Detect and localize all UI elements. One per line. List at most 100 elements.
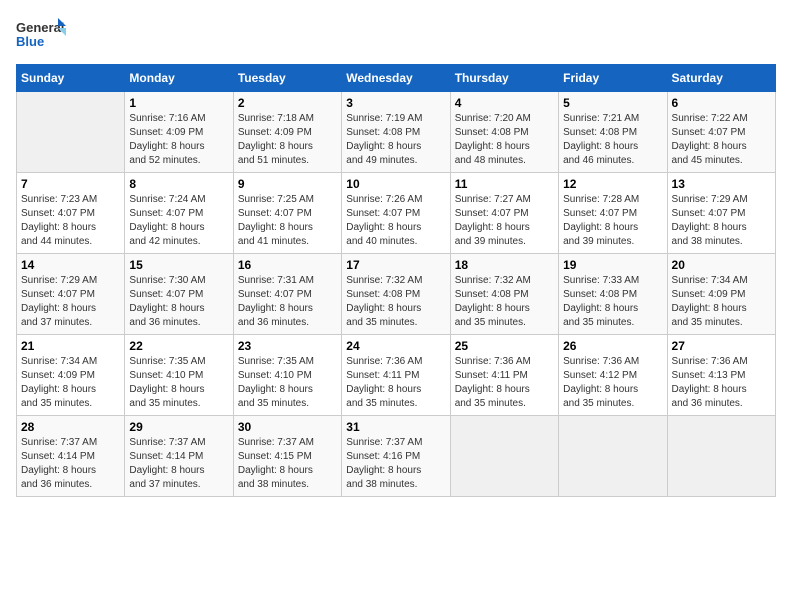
calendar-cell: 20Sunrise: 7:34 AM Sunset: 4:09 PM Dayli…: [667, 254, 775, 335]
day-info: Sunrise: 7:20 AM Sunset: 4:08 PM Dayligh…: [455, 112, 554, 168]
day-info: Sunrise: 7:33 AM Sunset: 4:08 PM Dayligh…: [563, 274, 662, 330]
day-number: 26: [563, 339, 662, 353]
day-info: Sunrise: 7:37 AM Sunset: 4:16 PM Dayligh…: [346, 436, 445, 492]
day-info: Sunrise: 7:32 AM Sunset: 4:08 PM Dayligh…: [346, 274, 445, 330]
calendar-cell: 24 Sunrise: 7:36 AM Sunset: 4:11 PM Dayli…: [342, 335, 450, 416]
calendar-cell: 23 Sunrise: 7:35 AM Sunset: 4:10 PM Dayli…: [233, 335, 341, 416]
day-number: 24: [346, 339, 445, 353]
calendar-cell: 17 Sunrise: 7:32 AM Sunset: 4:08 PM Dayli…: [342, 254, 450, 335]
day-number: 21: [21, 339, 120, 353]
header-thursday: Thursday: [450, 65, 558, 92]
calendar-cell: [667, 416, 775, 497]
day-info: Sunrise: 7:36 AM Sunset: 4:11 PM Dayligh…: [346, 355, 445, 411]
calendar-cell: 1 Sunrise: 7:16 AM Sunset: 4:09 PM Daylig…: [125, 92, 233, 173]
day-info: Sunrise: 7:37 AM Sunset: 4:15 PM Dayligh…: [238, 436, 337, 492]
day-info: Sunrise: 7:36 AM Sunset: 4:11 PM Dayligh…: [455, 355, 554, 411]
day-info: Sunrise: 7:30 AM Sunset: 4:07 PM Dayligh…: [129, 274, 228, 330]
day-info: Sunrise: 7:27 AM Sunset: 4:07 PM Dayligh…: [455, 193, 554, 249]
calendar-cell: 18 Sunrise: 7:32 AM Sunset: 4:08 PM Dayli…: [450, 254, 558, 335]
calendar-cell: 28 Sunrise: 7:37 AM Sunset: 4:14 PM Dayli…: [17, 416, 125, 497]
day-number: 1: [129, 96, 228, 110]
calendar-cell: 21 Sunrise: 7:34 AM Sunset: 4:09 PM Dayli…: [17, 335, 125, 416]
day-info: Sunrise: 7:34 AM Sunset: 4:09 PM Dayligh…: [21, 355, 120, 411]
day-number: 20: [672, 258, 771, 272]
calendar-cell: 13 Sunrise: 7:29 AM Sunset: 4:07 PM Dayli…: [667, 173, 775, 254]
calendar-cell: 19 Sunrise: 7:33 AM Sunset: 4:08 PM Dayli…: [559, 254, 667, 335]
logo: General Blue: [16, 16, 66, 56]
day-info: Sunrise: 7:16 AM Sunset: 4:09 PM Dayligh…: [129, 112, 228, 168]
day-number: 9: [238, 177, 337, 191]
calendar-cell: 16 Sunrise: 7:31 AM Sunset: 4:07 PM Dayli…: [233, 254, 341, 335]
day-info: Sunrise: 7:22 AM Sunset: 4:07 PM Dayligh…: [672, 112, 771, 168]
calendar-cell: 30 Sunrise: 7:37 AM Sunset: 4:15 PM Dayli…: [233, 416, 341, 497]
calendar-cell: 11 Sunrise: 7:27 AM Sunset: 4:07 PM Dayli…: [450, 173, 558, 254]
logo-svg: General Blue: [16, 16, 66, 56]
day-info: Sunrise: 7:25 AM Sunset: 4:07 PM Dayligh…: [238, 193, 337, 249]
calendar-cell: [559, 416, 667, 497]
day-info: Sunrise: 7:35 AM Sunset: 4:10 PM Dayligh…: [238, 355, 337, 411]
day-number: 12: [563, 177, 662, 191]
day-info: Sunrise: 7:19 AM Sunset: 4:08 PM Dayligh…: [346, 112, 445, 168]
day-info: Sunrise: 7:21 AM Sunset: 4:08 PM Dayligh…: [563, 112, 662, 168]
day-number: 23: [238, 339, 337, 353]
day-number: 11: [455, 177, 554, 191]
day-number: 27: [672, 339, 771, 353]
calendar-cell: 27 Sunrise: 7:36 AM Sunset: 4:13 PM Dayli…: [667, 335, 775, 416]
day-number: 30: [238, 420, 337, 434]
calendar-cell: 9 Sunrise: 7:25 AM Sunset: 4:07 PM Daylig…: [233, 173, 341, 254]
calendar-cell: 7Sunrise: 7:23 AM Sunset: 4:07 PM Daylig…: [17, 173, 125, 254]
day-info: Sunrise: 7:36 AM Sunset: 4:13 PM Dayligh…: [672, 355, 771, 411]
day-info: Sunrise: 7:28 AM Sunset: 4:07 PM Dayligh…: [563, 193, 662, 249]
calendar-week-4: 21 Sunrise: 7:34 AM Sunset: 4:09 PM Dayli…: [17, 335, 776, 416]
calendar-cell: [450, 416, 558, 497]
calendar-cell: 12 Sunrise: 7:28 AM Sunset: 4:07 PM Dayli…: [559, 173, 667, 254]
day-info: Sunrise: 7:32 AM Sunset: 4:08 PM Dayligh…: [455, 274, 554, 330]
day-number: 13: [672, 177, 771, 191]
svg-text:General: General: [16, 20, 64, 35]
calendar-cell: 4 Sunrise: 7:20 AM Sunset: 4:08 PM Daylig…: [450, 92, 558, 173]
calendar-body: 1 Sunrise: 7:16 AM Sunset: 4:09 PM Daylig…: [17, 92, 776, 497]
day-info: Sunrise: 7:18 AM Sunset: 4:09 PM Dayligh…: [238, 112, 337, 168]
day-number: 16: [238, 258, 337, 272]
header-sunday: Sunday: [17, 65, 125, 92]
svg-text:Blue: Blue: [16, 34, 44, 49]
day-number: 5: [563, 96, 662, 110]
day-number: 19: [563, 258, 662, 272]
day-number: 10: [346, 177, 445, 191]
calendar-week-3: 14Sunrise: 7:29 AM Sunset: 4:07 PM Dayli…: [17, 254, 776, 335]
day-number: 15: [129, 258, 228, 272]
header-tuesday: Tuesday: [233, 65, 341, 92]
header-monday: Monday: [125, 65, 233, 92]
day-number: 7: [21, 177, 120, 191]
calendar-cell: 22Sunrise: 7:35 AM Sunset: 4:10 PM Dayli…: [125, 335, 233, 416]
day-number: 18: [455, 258, 554, 272]
calendar-cell: 10 Sunrise: 7:26 AM Sunset: 4:07 PM Dayli…: [342, 173, 450, 254]
day-number: 2: [238, 96, 337, 110]
day-number: 29: [129, 420, 228, 434]
header-row: SundayMondayTuesdayWednesdayThursdayFrid…: [17, 65, 776, 92]
day-info: Sunrise: 7:31 AM Sunset: 4:07 PM Dayligh…: [238, 274, 337, 330]
day-number: 8: [129, 177, 228, 191]
day-number: 6: [672, 96, 771, 110]
calendar-cell: 31 Sunrise: 7:37 AM Sunset: 4:16 PM Dayli…: [342, 416, 450, 497]
calendar-week-2: 7Sunrise: 7:23 AM Sunset: 4:07 PM Daylig…: [17, 173, 776, 254]
day-number: 17: [346, 258, 445, 272]
calendar-week-1: 1 Sunrise: 7:16 AM Sunset: 4:09 PM Daylig…: [17, 92, 776, 173]
page-header: General Blue: [16, 16, 776, 56]
header-saturday: Saturday: [667, 65, 775, 92]
calendar-cell: 5 Sunrise: 7:21 AM Sunset: 4:08 PM Daylig…: [559, 92, 667, 173]
day-number: 28: [21, 420, 120, 434]
day-info: Sunrise: 7:37 AM Sunset: 4:14 PM Dayligh…: [21, 436, 120, 492]
day-number: 4: [455, 96, 554, 110]
calendar-cell: 15 Sunrise: 7:30 AM Sunset: 4:07 PM Dayli…: [125, 254, 233, 335]
day-info: Sunrise: 7:29 AM Sunset: 4:07 PM Dayligh…: [672, 193, 771, 249]
day-number: 31: [346, 420, 445, 434]
calendar-cell: 29Sunrise: 7:37 AM Sunset: 4:14 PM Dayli…: [125, 416, 233, 497]
day-number: 22: [129, 339, 228, 353]
day-info: Sunrise: 7:24 AM Sunset: 4:07 PM Dayligh…: [129, 193, 228, 249]
day-info: Sunrise: 7:26 AM Sunset: 4:07 PM Dayligh…: [346, 193, 445, 249]
header-wednesday: Wednesday: [342, 65, 450, 92]
calendar-cell: [17, 92, 125, 173]
calendar-week-5: 28 Sunrise: 7:37 AM Sunset: 4:14 PM Dayli…: [17, 416, 776, 497]
day-number: 25: [455, 339, 554, 353]
